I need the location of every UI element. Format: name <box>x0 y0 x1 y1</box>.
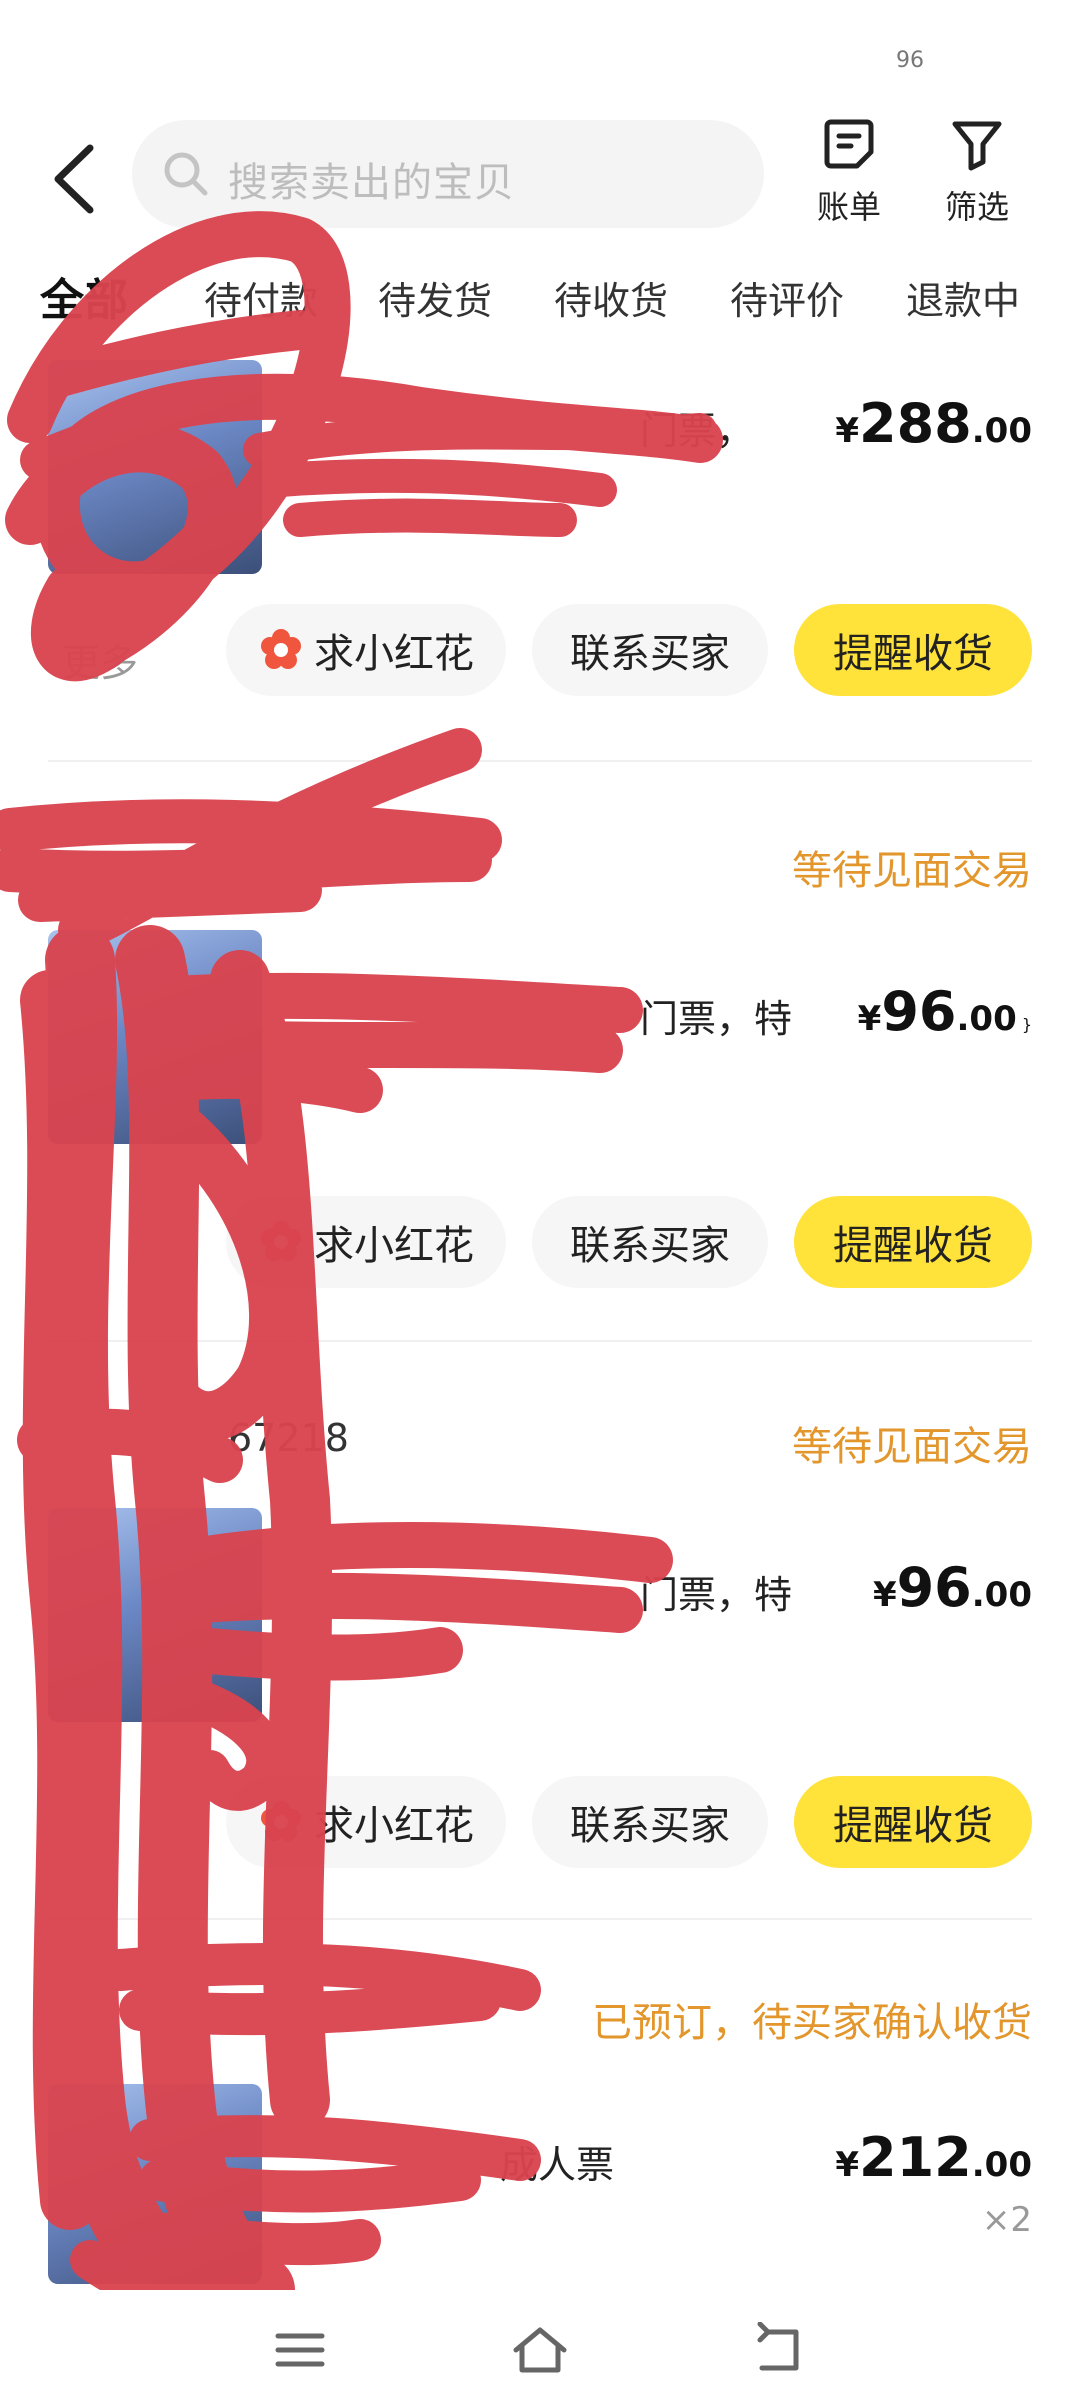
remind-receipt-button[interactable]: 提醒收货 <box>794 1196 1032 1288</box>
tab-all-label: 全部 <box>40 275 128 326</box>
price-decimal: .00 <box>956 999 1017 1039</box>
product-price: ¥96.00 <box>873 1556 1032 1619</box>
ask-flower-button[interactable]: 求小红花 <box>226 604 506 696</box>
price-currency: ¥ <box>835 411 860 451</box>
product-thumbnail[interactable] <box>48 930 262 1144</box>
bill-label: 账单 <box>816 188 881 226</box>
product-thumbnail[interactable] <box>48 360 262 574</box>
tab-pending-shipment[interactable]: 待发货 <box>378 270 492 325</box>
flower-icon <box>261 1221 301 1261</box>
product-price: ¥96.00 } <box>857 980 1032 1043</box>
ask-flower-button[interactable]: 求小红花 <box>226 1776 506 1868</box>
search-input[interactable]: 搜索卖出的宝贝 <box>132 120 764 228</box>
bill-button[interactable]: 账单 <box>804 116 894 228</box>
tab-all[interactable]: 全部 <box>36 264 132 328</box>
menu-icon[interactable] <box>268 2322 332 2378</box>
ask-flower-button[interactable]: 求小红花 <box>226 1196 506 1288</box>
remind-receipt-button[interactable]: 提醒收货 <box>794 1776 1032 1868</box>
contact-buyer-button[interactable]: 联系买家 <box>532 604 768 696</box>
product-price: ¥288.00 <box>835 392 1032 455</box>
price-decimal: .00 <box>971 411 1032 451</box>
divider <box>48 760 1032 762</box>
price-decimal: .00 <box>971 2145 1032 2185</box>
tab-refunding[interactable]: 退款中 <box>906 270 1020 325</box>
filter-icon <box>952 121 1002 171</box>
contact-buyer-button[interactable]: 联系买家 <box>532 1776 768 1868</box>
chevron-left-icon[interactable] <box>40 136 110 222</box>
product-title: 成人票 <box>500 2143 615 2187</box>
price-integer: 212 <box>859 2126 972 2189</box>
order-status: 已预订，待买家确认收货 <box>592 2000 1032 2046</box>
order-status: 等待见面交易 <box>792 1424 1032 1470</box>
ask-flower-label: 求小红花 <box>314 1803 474 1849</box>
search-placeholder: 搜索卖出的宝贝 <box>228 160 515 206</box>
price-integer: 96 <box>881 980 957 1043</box>
battery-level: 96 <box>896 48 924 73</box>
tab-pending-payment[interactable]: 待付款 <box>204 270 318 325</box>
home-icon[interactable] <box>508 2322 572 2378</box>
flower-icon <box>261 629 301 669</box>
bill-icon <box>824 119 874 169</box>
price-decimal: .00 <box>971 1575 1032 1615</box>
filter-label: 筛选 <box>944 188 1009 226</box>
order-tabs: 全部 待付款 待发货 待收货 待评价 退款中 <box>0 270 1080 350</box>
price-integer: 288 <box>859 392 972 455</box>
tab-pending-receipt[interactable]: 待收货 <box>554 270 668 325</box>
ask-flower-label: 求小红花 <box>314 631 474 677</box>
product-title: 门票，特 <box>640 997 793 1041</box>
back-arrow-icon[interactable] <box>748 2322 812 2378</box>
more-link[interactable]: 更多 <box>62 632 138 687</box>
ask-flower-label: 求小红花 <box>314 1223 474 1269</box>
contact-buyer-button[interactable]: 联系买家 <box>532 1196 768 1288</box>
search-icon <box>164 152 208 196</box>
product-title: 门票，特 <box>640 1573 793 1617</box>
price-currency: ¥ <box>857 999 882 1039</box>
tab-pending-review[interactable]: 待评价 <box>730 270 844 325</box>
remind-receipt-button[interactable]: 提醒收货 <box>794 604 1032 696</box>
filter-button[interactable]: 筛选 <box>932 116 1022 228</box>
price-integer: 96 <box>896 1556 972 1619</box>
divider <box>48 1340 1032 1342</box>
orders-page: 96 搜索卖出的宝贝 账单 筛选 全部 待付款 待发货 待收货 待评价 退款中 … <box>0 0 1080 2408</box>
order-number: 67218 <box>228 1416 349 1460</box>
flower-icon <box>261 1801 301 1841</box>
product-price: ¥212.00 <box>835 2126 1032 2189</box>
divider <box>48 1918 1032 1920</box>
quantity: ×2 <box>981 2200 1032 2240</box>
product-thumbnail[interactable] <box>48 2084 262 2284</box>
product-thumbnail[interactable] <box>48 1508 262 1722</box>
product-title: 门票， <box>640 409 755 453</box>
price-currency: ¥ <box>835 2145 860 2185</box>
top-bar: 搜索卖出的宝贝 账单 筛选 <box>0 116 1080 236</box>
system-nav-bar <box>0 2290 1080 2408</box>
order-status: 等待见面交易 <box>792 848 1032 894</box>
price-currency: ¥ <box>872 1575 897 1615</box>
